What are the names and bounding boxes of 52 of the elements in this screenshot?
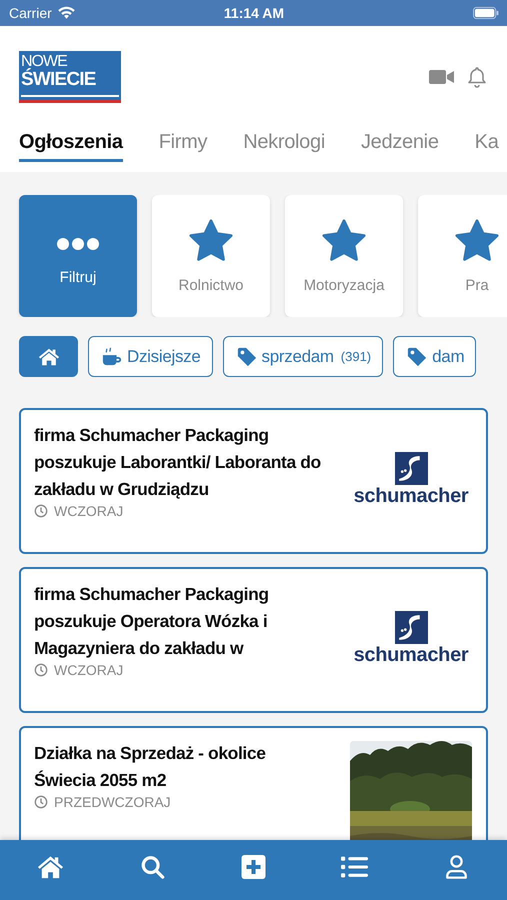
home-icon: [37, 855, 64, 879]
video-camera-icon[interactable]: [429, 68, 455, 86]
company-logo-text: schumacher: [354, 644, 468, 667]
nav-button[interactable]: [138, 855, 166, 879]
listing-time: PRZEDWCZORAJ: [54, 794, 171, 810]
tab[interactable]: Firmy: [158, 131, 208, 162]
filter-chip[interactable]: sprzedam (391): [222, 336, 384, 377]
coffee-cup-icon: [101, 346, 123, 366]
company-logo-icon: [394, 452, 428, 485]
star-icon: [454, 218, 500, 262]
company-logo-text: schumacher: [354, 485, 468, 508]
listing-title: Działka na Sprzedaż - okolice Świecia 2055 m2: [34, 742, 267, 792]
tab[interactable]: Ogłoszenia: [19, 131, 123, 162]
nav-button[interactable]: [37, 855, 64, 879]
category-tile[interactable]: Pra: [418, 195, 507, 317]
tab[interactable]: Ka: [474, 131, 499, 162]
company-logo-icon: [394, 611, 428, 644]
logo[interactable]: NOWE ŚWIECIE: [19, 51, 121, 103]
listing-card[interactable]: Działka na Sprzedaż - okolice Świecia 2055 m2 PRZEDWCZORAJ: [19, 726, 488, 840]
tag-icon: [406, 346, 428, 366]
list-icon: [341, 855, 368, 879]
more-icon: [56, 236, 100, 250]
category-tile[interactable]: Motoryzacja: [285, 195, 403, 317]
clock-time: 11:14 AM: [224, 5, 284, 21]
filter-chip[interactable]: Dzisiejsze: [88, 336, 213, 377]
listing-time: WCZORAJ: [54, 503, 124, 519]
listing-title: firma Schumacher Packaging poszukuje Operatora Wózka i Magazyniera do zakładu w: [34, 583, 270, 660]
add-icon: [240, 855, 267, 879]
search-icon: [138, 855, 166, 879]
battery-icon: [473, 7, 499, 19]
listing-time: WCZORAJ: [54, 662, 124, 678]
nav-button[interactable]: [341, 855, 368, 879]
nav-button[interactable]: [240, 855, 267, 879]
category-tile[interactable]: Rolnictwo: [152, 195, 270, 317]
listing-card[interactable]: firma Schumacher Packaging poszukuje Operatora Wózka i Magazyniera do zakładu w WCZORAJ schumacher: [19, 567, 488, 713]
star-icon: [188, 218, 234, 262]
filter-chip[interactable]: dam: [393, 336, 476, 377]
category-tile[interactable]: Filtruj: [19, 195, 137, 317]
listing-title: firma Schumacher Packaging poszukuje Laborantki/ Laboranta do zakładu w Grudziądzu: [34, 424, 322, 501]
star-icon: [321, 218, 367, 262]
home-chip[interactable]: [19, 336, 78, 377]
tab[interactable]: Nekrologi: [243, 131, 325, 162]
clock-icon: [34, 504, 48, 518]
home-icon: [38, 346, 60, 366]
carrier-label: Carrier: [9, 5, 52, 21]
clock-icon: [34, 663, 48, 677]
clock-icon: [34, 795, 48, 809]
listing-card[interactable]: firma Schumacher Packaging poszukuje Laborantki/ Laboranta do zakładu w Grudziądzu WCZORAJ schumacher: [19, 408, 488, 554]
bell-icon[interactable]: [467, 66, 487, 88]
wifi-icon: [56, 6, 76, 20]
tab[interactable]: Jedzenie: [360, 131, 439, 162]
tag-icon: [236, 346, 258, 366]
